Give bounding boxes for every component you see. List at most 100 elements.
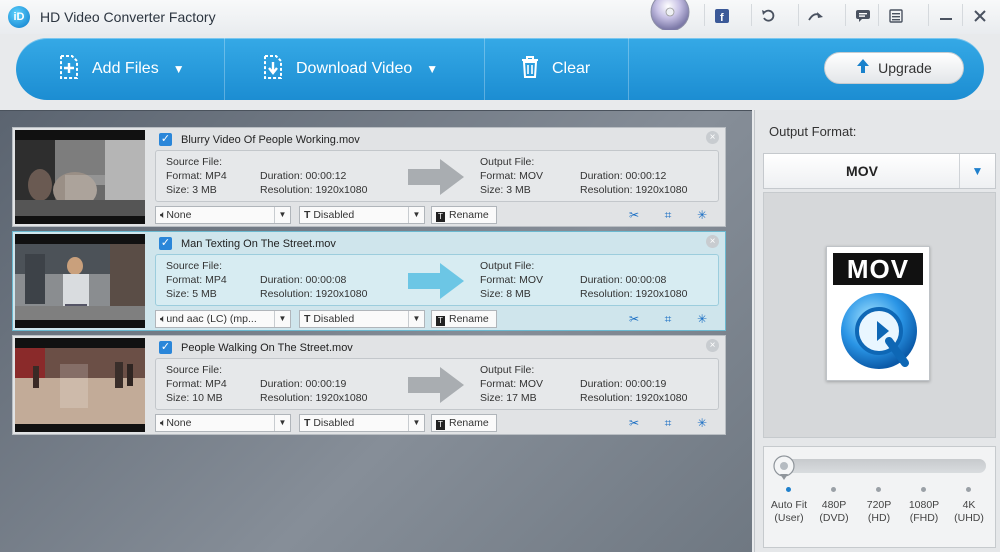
effects-icon[interactable]: ✳︎	[695, 312, 709, 326]
disc-icon[interactable]	[650, 0, 690, 30]
audio-track-select[interactable]: 🔈︎None ▼	[155, 206, 291, 224]
source-format: Format: MP4	[166, 274, 227, 286]
close-icon[interactable]	[962, 4, 996, 26]
resolution-option-480p[interactable]: 480P (DVD)	[811, 499, 857, 525]
subtitle-value: Disabled	[313, 417, 355, 429]
source-size: Size: 5 MB	[166, 288, 217, 300]
chevron-down-icon[interactable]: ▼	[173, 62, 185, 76]
output-size: Size: 3 MB	[480, 184, 531, 196]
facebook-icon[interactable]: f	[704, 4, 738, 26]
subtitle-select[interactable]: T Disabled ▼	[299, 414, 425, 432]
rename-label: Rename	[449, 417, 489, 429]
output-duration: Duration: 00:00:19	[580, 378, 667, 390]
subtitle-icon: T	[304, 417, 311, 429]
resolution-slider[interactable]	[776, 459, 986, 473]
file-item[interactable]: ✓ People Walking On The Street.mov × Sou…	[12, 335, 726, 435]
upgrade-label: Upgrade	[878, 60, 932, 76]
audio-track-select[interactable]: 🔈︎und aac (LC) (mp... ▼	[155, 310, 291, 328]
subtitle-icon: T	[304, 209, 311, 221]
rename-icon: T	[436, 212, 445, 222]
minimize-icon[interactable]	[928, 4, 962, 26]
source-resolution: Resolution: 1920x1080	[260, 288, 368, 300]
remove-file-icon[interactable]: ×	[706, 235, 719, 248]
rename-button[interactable]: T Rename	[431, 206, 497, 224]
remove-file-icon[interactable]: ×	[706, 131, 719, 144]
subtitle-select[interactable]: T Disabled ▼	[299, 310, 425, 328]
video-thumbnail	[15, 234, 145, 328]
effects-icon[interactable]: ✳︎	[695, 208, 709, 222]
source-size: Size: 10 MB	[166, 392, 223, 404]
title-bar: iD HD Video Converter Factory f	[0, 0, 1000, 34]
video-thumbnail	[15, 338, 145, 432]
upgrade-button[interactable]: Upgrade	[824, 52, 964, 84]
rename-icon: T	[436, 420, 445, 430]
app-title: HD Video Converter Factory	[40, 9, 216, 25]
subtitle-select[interactable]: T Disabled ▼	[299, 206, 425, 224]
resolution-option-720p[interactable]: 720P (HD)	[856, 499, 902, 525]
file-checkbox[interactable]: ✓	[159, 341, 172, 354]
crop-icon[interactable]: ⌗	[661, 208, 675, 222]
download-video-label: Download Video	[296, 60, 413, 77]
audio-track-value: None	[166, 417, 192, 429]
resolution-dot[interactable]	[921, 487, 926, 492]
resolution-dot[interactable]	[786, 487, 791, 492]
clear-button[interactable]: Clear	[520, 38, 590, 100]
trim-icon[interactable]: ✂︎	[627, 416, 641, 430]
format-preview[interactable]: MOV	[763, 192, 996, 438]
output-resolution: Resolution: 1920x1080	[580, 184, 688, 196]
effects-icon[interactable]: ✳︎	[695, 416, 709, 430]
thumbnail-image	[15, 244, 145, 320]
slider-thumb[interactable]	[770, 453, 798, 481]
file-item[interactable]: ✓ Man Texting On The Street.mov × Source…	[12, 231, 726, 331]
file-item[interactable]: ✓ Blurry Video Of People Working.mov × S…	[12, 127, 726, 227]
source-format: Format: MP4	[166, 378, 227, 390]
chevron-down-icon[interactable]: ▼	[959, 154, 995, 188]
chevron-down-icon: ▼	[408, 311, 424, 327]
add-files-button[interactable]: Add Files ▼	[58, 38, 185, 100]
output-format-select[interactable]: MOV ▼	[763, 153, 996, 189]
resolution-name: Auto Fit	[770, 499, 808, 511]
subtitle-value: Disabled	[313, 313, 355, 325]
svg-text:f: f	[720, 12, 724, 23]
resolution-name: 720P	[866, 499, 892, 511]
undo-icon[interactable]	[751, 4, 785, 26]
trash-icon	[520, 55, 540, 84]
resolution-dot[interactable]	[966, 487, 971, 492]
resolution-name: 1080P	[908, 499, 940, 511]
source-size: Size: 3 MB	[166, 184, 217, 196]
resolution-option-1080p[interactable]: 1080P (FHD)	[901, 499, 947, 525]
rename-button[interactable]: T Rename	[431, 414, 497, 432]
remove-file-icon[interactable]: ×	[706, 339, 719, 352]
resolution-dot[interactable]	[831, 487, 836, 492]
subtitle-value: Disabled	[313, 209, 355, 221]
output-duration: Duration: 00:00:12	[580, 170, 667, 182]
menu-icon[interactable]	[878, 4, 912, 26]
convert-arrow-icon	[408, 159, 464, 195]
resolution-option-4k[interactable]: 4K (UHD)	[946, 499, 992, 525]
trim-icon[interactable]: ✂︎	[627, 208, 641, 222]
resolution-sub: (HD)	[867, 512, 891, 524]
redo-icon[interactable]	[798, 4, 832, 26]
chat-icon[interactable]	[845, 4, 879, 26]
resolution-name: 4K	[962, 499, 976, 511]
trim-icon[interactable]: ✂︎	[627, 312, 641, 326]
rename-button[interactable]: T Rename	[431, 310, 497, 328]
file-checkbox[interactable]: ✓	[159, 237, 172, 250]
crop-icon[interactable]: ⌗	[661, 416, 675, 430]
chevron-down-icon: ▼	[408, 207, 424, 223]
crop-icon[interactable]: ⌗	[661, 312, 675, 326]
resolution-name: 480P	[821, 499, 847, 511]
chevron-down-icon[interactable]: ▼	[426, 62, 438, 76]
chevron-down-icon: ▼	[274, 207, 290, 223]
audio-track-select[interactable]: 🔈︎None ▼	[155, 414, 291, 432]
format-icon-text: MOV	[833, 253, 923, 285]
file-checkbox[interactable]: ✓	[159, 133, 172, 146]
download-video-button[interactable]: Download Video ▼	[262, 38, 438, 100]
output-format-label: Output Format:	[769, 124, 857, 139]
source-format: Format: MP4	[166, 170, 227, 182]
chevron-down-icon: ▼	[274, 415, 290, 431]
source-label: Source File:	[166, 260, 223, 272]
resolution-option-auto[interactable]: Auto Fit (User)	[766, 499, 812, 525]
resolution-dot[interactable]	[876, 487, 881, 492]
file-name: Man Texting On The Street.mov	[181, 238, 336, 250]
